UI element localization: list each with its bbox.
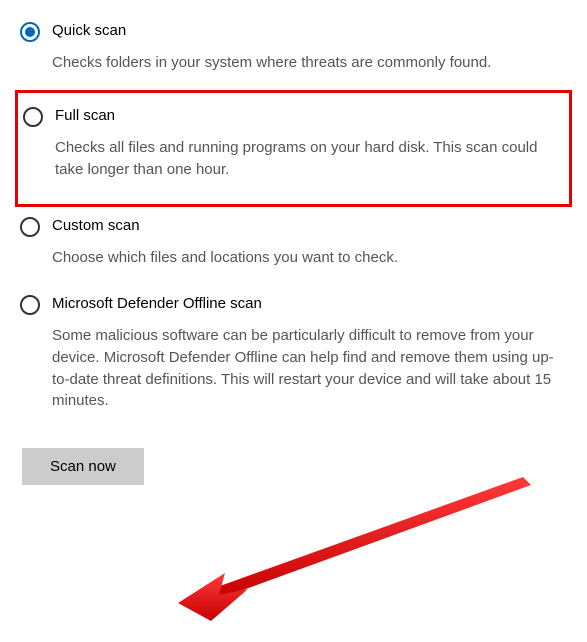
scan-option-offline[interactable]: Microsoft Defender Offline scan Some mal… bbox=[18, 285, 569, 428]
option-title: Microsoft Defender Offline scan bbox=[52, 295, 569, 313]
scan-option-full[interactable]: Full scan Checks all files and running p… bbox=[15, 90, 572, 208]
radio-quick-scan[interactable] bbox=[20, 22, 40, 42]
option-body: Custom scan Choose which files and locat… bbox=[52, 217, 569, 269]
scan-option-custom[interactable]: Custom scan Choose which files and locat… bbox=[18, 207, 569, 285]
option-description: Choose which files and locations you wan… bbox=[52, 247, 562, 269]
option-description: Some malicious software can be particula… bbox=[52, 325, 562, 412]
radio-custom-scan[interactable] bbox=[20, 217, 40, 237]
radio-full-scan[interactable] bbox=[23, 107, 43, 127]
option-title: Full scan bbox=[55, 107, 566, 125]
option-description: Checks folders in your system where thre… bbox=[52, 52, 562, 74]
option-body: Full scan Checks all files and running p… bbox=[55, 107, 566, 181]
option-title: Quick scan bbox=[52, 22, 569, 40]
scan-option-quick[interactable]: Quick scan Checks folders in your system… bbox=[18, 12, 569, 90]
option-description: Checks all files and running programs on… bbox=[55, 137, 565, 181]
radio-offline-scan[interactable] bbox=[20, 295, 40, 315]
scan-now-button[interactable]: Scan now bbox=[22, 448, 144, 485]
option-title: Custom scan bbox=[52, 217, 569, 235]
option-body: Microsoft Defender Offline scan Some mal… bbox=[52, 295, 569, 412]
arrow-icon bbox=[173, 473, 533, 633]
option-body: Quick scan Checks folders in your system… bbox=[52, 22, 569, 74]
